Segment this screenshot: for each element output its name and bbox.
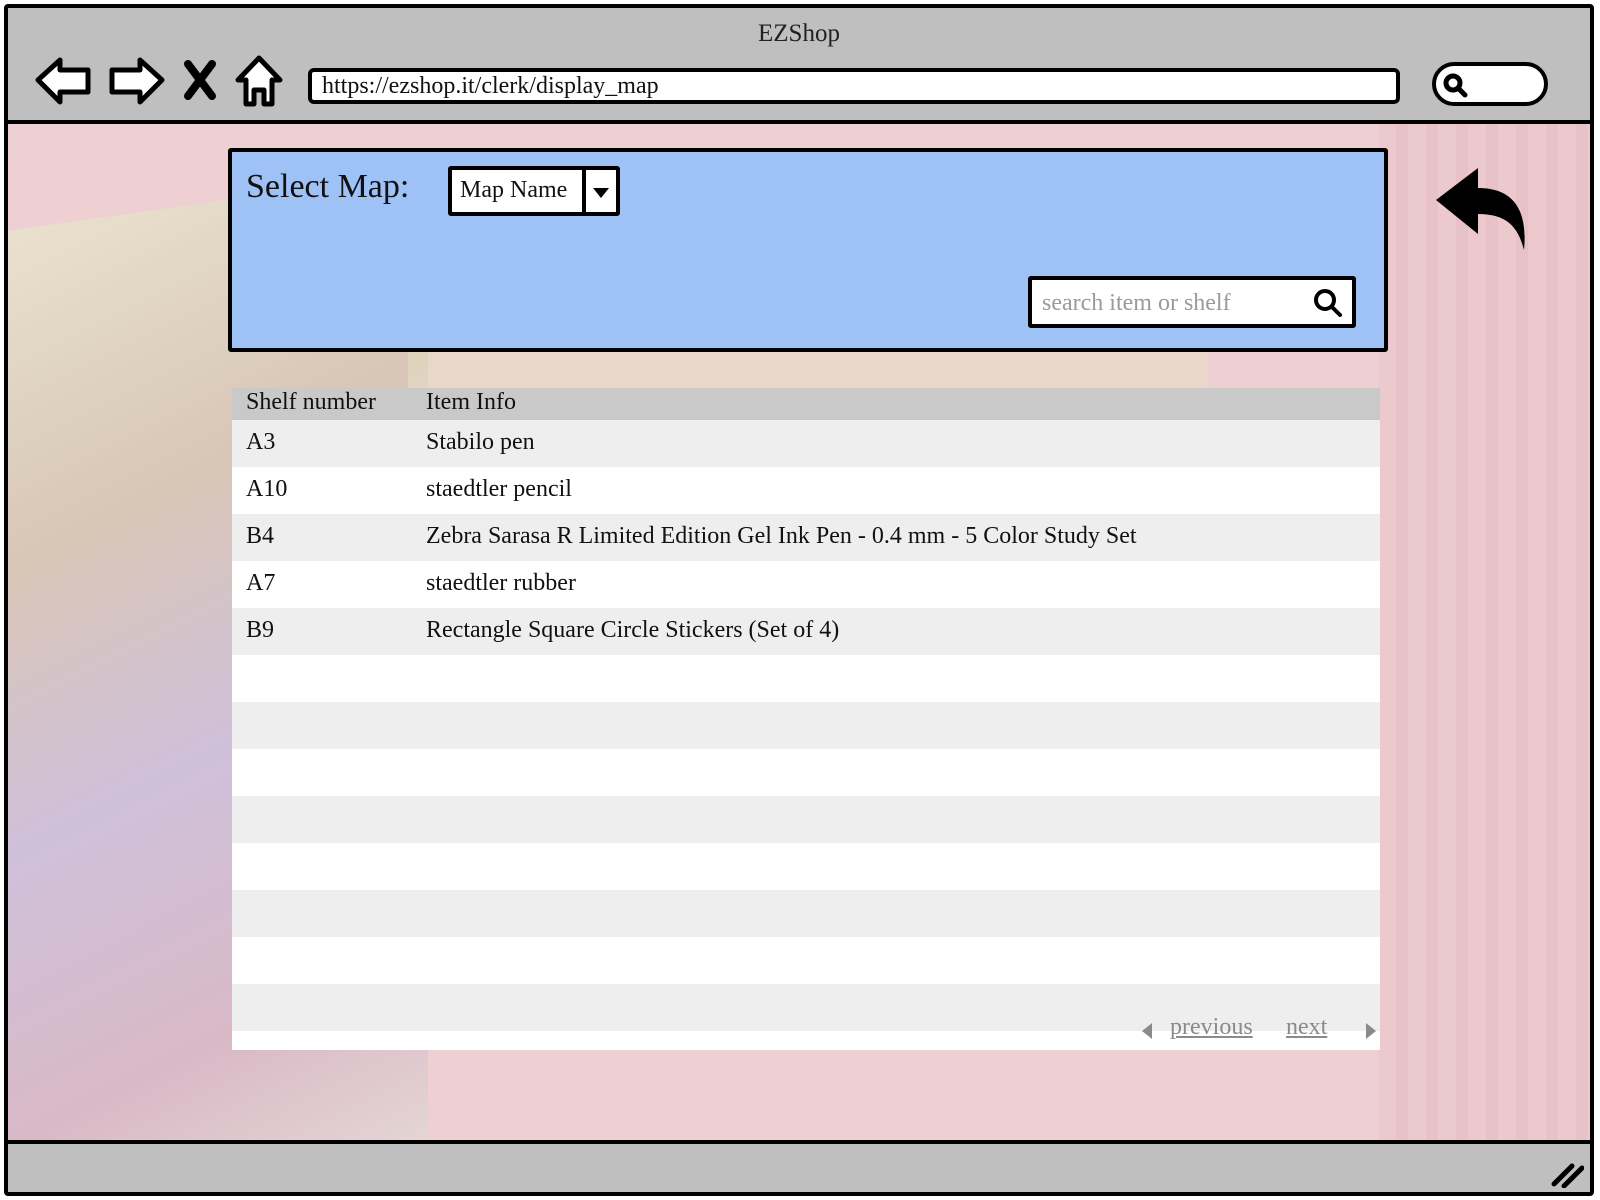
home-icon[interactable] [232,52,286,108]
table-row[interactable]: A3 Stabilo pen [232,420,1380,467]
column-header-item[interactable]: Item Info [426,389,516,416]
empty-table-row [232,937,1380,984]
stop-x-icon[interactable] [178,52,222,108]
table-row[interactable]: B4 Zebra Sarasa R Limited Edition Gel In… [232,514,1380,561]
shelf-items-table: Shelf number Item Info A3 Stabilo pen A1… [232,388,1380,1050]
page-content: Select Map: Map Name Shelf number Item I… [8,124,1590,1148]
table-header: Shelf number Item Info [232,388,1380,420]
search-icon[interactable] [1312,287,1344,319]
item-cell: staedtler pencil [426,476,572,502]
back-arrow-icon[interactable] [32,52,96,108]
column-header-shelf[interactable]: Shelf number [246,389,376,416]
url-bar[interactable]: https://ezshop.it/clerk/display_map [308,68,1400,104]
previous-triangle-icon[interactable] [1140,1022,1154,1040]
shelf-cell: B4 [246,523,275,549]
empty-table-row [232,890,1380,937]
table-row[interactable]: A7 staedtler rubber [232,561,1380,608]
table-body: A3 Stabilo pen A10 staedtler pencil B4 Z… [232,420,1380,1031]
browser-search-field[interactable] [1432,62,1548,106]
table-row[interactable]: B9 Rectangle Square Circle Stickers (Set… [232,608,1380,655]
forward-arrow-icon[interactable] [104,52,168,108]
map-controls-panel: Select Map: Map Name [228,148,1388,352]
resize-grip-icon[interactable] [1550,1158,1584,1188]
select-map-label: Select Map: [246,168,410,205]
title-bar: EZShop https://ezshop.it/clerk/display_m… [8,8,1590,124]
chevron-down-icon[interactable] [582,170,616,212]
search-input[interactable] [1040,286,1304,320]
pagination: previous next [1140,1014,1380,1046]
item-shelf-search [1028,276,1356,328]
empty-table-row [232,843,1380,890]
background-stripes [1378,124,1590,1148]
item-cell: Zebra Sarasa R Limited Edition Gel Ink P… [426,523,1137,549]
item-cell: Rectangle Square Circle Stickers (Set of… [426,617,840,643]
shelf-cell: B9 [246,617,275,643]
shelf-cell: A3 [246,429,276,455]
empty-table-row [232,749,1380,796]
next-link[interactable]: next [1286,1014,1327,1041]
item-cell: staedtler rubber [426,570,576,596]
next-triangle-icon[interactable] [1364,1022,1378,1040]
item-cell: Stabilo pen [426,429,535,455]
empty-table-row [232,702,1380,749]
previous-link[interactable]: previous [1170,1014,1253,1041]
status-bar [8,1140,1590,1192]
return-arrow-icon[interactable] [1432,164,1536,254]
search-icon [1443,73,1468,98]
browser-window: EZShop https://ezshop.it/clerk/display_m… [4,4,1594,1196]
table-row[interactable]: A10 staedtler pencil [232,467,1380,514]
map-select-value: Map Name [460,177,568,203]
window-title: EZShop [758,20,840,47]
map-select-dropdown[interactable]: Map Name [448,166,620,216]
shelf-cell: A10 [246,476,288,502]
empty-table-row [232,655,1380,702]
empty-table-row [232,796,1380,843]
shelf-cell: A7 [246,570,276,596]
